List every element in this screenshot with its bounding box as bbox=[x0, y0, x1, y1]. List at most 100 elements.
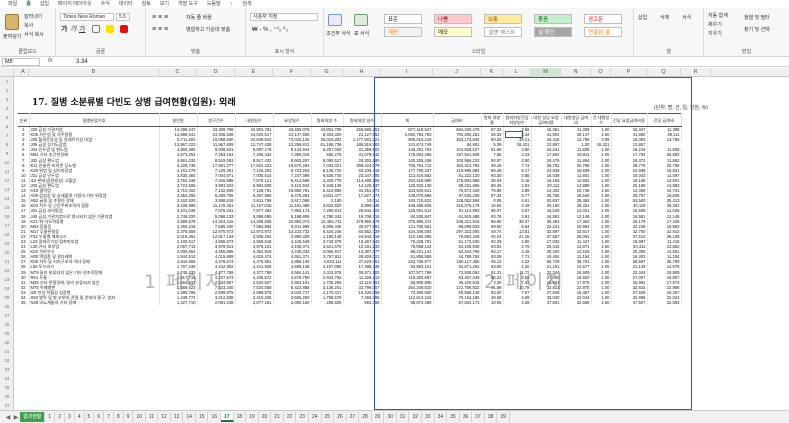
sheet-tab[interactable]: 10 bbox=[133, 412, 146, 422]
ribbon-tab[interactable]: 홈 bbox=[26, 0, 31, 8]
row-header[interactable]: 7 bbox=[0, 131, 14, 140]
style-normal[interactable]: 표준 bbox=[384, 14, 422, 24]
ribbon-tab[interactable]: 수식 bbox=[101, 0, 110, 8]
select-all-corner[interactable] bbox=[0, 68, 14, 77]
disease-code-cell[interactable]: N39 비뇨계통의 기타 장애 bbox=[29, 300, 160, 306]
row-header[interactable]: 34 bbox=[0, 374, 14, 383]
next-sheet-icon[interactable]: ▶ bbox=[12, 414, 20, 421]
sheet-tab[interactable]: 13 bbox=[171, 412, 184, 422]
format-painter-button[interactable]: 서식 복사 bbox=[24, 31, 44, 38]
worksheet[interactable]: 17. 질병 소분류별 다빈도 상병 급여현황(입원): 외래 (단위: 명, … bbox=[14, 77, 789, 410]
row-header[interactable]: 26 bbox=[0, 302, 14, 311]
table-cell[interactable]: 2,080,182 bbox=[273, 300, 312, 306]
sheet-tab[interactable]: 20 bbox=[259, 412, 272, 422]
font-size-select[interactable]: 5.5 bbox=[116, 13, 130, 21]
style-check-cell[interactable]: 셀 확인 bbox=[534, 27, 572, 37]
row-header[interactable]: 24 bbox=[0, 284, 14, 293]
row-header[interactable]: 23 bbox=[0, 275, 14, 284]
find-select-button[interactable]: 찾기 및 선택 bbox=[744, 26, 770, 33]
sheet-tab[interactable]: 33 bbox=[422, 412, 435, 422]
table-cell[interactable]: 67,834,173 bbox=[433, 300, 482, 306]
column-header[interactable]: N bbox=[561, 68, 591, 77]
merge-center-button[interactable]: 병합하고 가운데 맞춤 bbox=[186, 26, 230, 33]
row-header[interactable]: 32 bbox=[0, 356, 14, 365]
column-header[interactable]: D bbox=[197, 68, 235, 77]
sheet-tab[interactable]: 25 bbox=[322, 412, 335, 422]
column-header[interactable]: E bbox=[235, 68, 273, 77]
row-header[interactable]: 33 bbox=[0, 365, 14, 374]
sheet-tab[interactable]: 19 bbox=[246, 412, 259, 422]
sheet-tab[interactable]: 38 bbox=[485, 412, 498, 422]
column-header[interactable]: R bbox=[681, 68, 711, 77]
row-header[interactable]: 30 bbox=[0, 338, 14, 347]
column-header[interactable]: Q bbox=[647, 68, 681, 77]
row-header[interactable]: 28 bbox=[0, 320, 14, 329]
table-cell[interactable]: 10.05 bbox=[481, 300, 504, 306]
row-header[interactable]: 18 bbox=[0, 230, 14, 239]
table-cell[interactable]: 47,507 bbox=[611, 300, 648, 306]
sheet-tab[interactable]: 1 bbox=[45, 412, 56, 422]
row-header[interactable]: 8 bbox=[0, 140, 14, 149]
sheet-tab[interactable]: 32 bbox=[409, 412, 423, 422]
sheet-tab[interactable]: 29 bbox=[372, 412, 385, 422]
style-neutral[interactable]: 보통 bbox=[484, 14, 522, 24]
row-header[interactable]: 1 bbox=[0, 77, 14, 86]
table-cell[interactable]: 1,427,710 bbox=[159, 300, 198, 306]
sheet-tab[interactable]: 30 bbox=[384, 412, 397, 422]
ribbon-tab[interactable]: 검색 bbox=[242, 0, 251, 8]
row-header[interactable]: 2 bbox=[0, 86, 14, 95]
table-cell[interactable]: 208,826 bbox=[311, 300, 344, 306]
row-header[interactable]: 17 bbox=[0, 221, 14, 230]
row-header[interactable]: 16 bbox=[0, 212, 14, 221]
sheet-tab[interactable]: 21 bbox=[271, 412, 284, 422]
sheet-tab[interactable]: 7 bbox=[104, 412, 114, 422]
sheet-tab[interactable]: 18 bbox=[234, 412, 247, 422]
row-header[interactable]: 21 bbox=[0, 257, 14, 266]
column-header[interactable]: M bbox=[531, 68, 561, 77]
ribbon-tab[interactable]: 데이터 bbox=[119, 0, 133, 8]
sheet-tab[interactable]: 24 bbox=[309, 412, 322, 422]
copy-button[interactable]: 복사 bbox=[24, 22, 33, 29]
sheet-tab[interactable]: 14 bbox=[183, 412, 196, 422]
row-header[interactable]: 11 bbox=[0, 167, 14, 176]
style-explanatory[interactable]: 설명 텍스트 bbox=[484, 27, 522, 37]
row-header[interactable]: 35 bbox=[0, 383, 14, 392]
number-format-select[interactable]: 사용자 지정 bbox=[250, 13, 318, 21]
sheet-tab[interactable]: 31 bbox=[397, 412, 410, 422]
style-good[interactable]: 좋음 bbox=[534, 14, 572, 24]
conditional-format-button[interactable]: 조건부 서식 bbox=[326, 30, 350, 37]
column-header[interactable]: J bbox=[433, 68, 481, 77]
name-box[interactable]: M8 bbox=[2, 58, 40, 66]
ribbon-tab[interactable]: 보기 bbox=[160, 0, 169, 8]
sheet-tab[interactable]: 37 bbox=[472, 412, 485, 422]
sheet-tab[interactable]: 22 bbox=[284, 412, 297, 422]
format-button[interactable]: 서식 bbox=[682, 14, 691, 21]
prev-sheet-icon[interactable]: ◀ bbox=[4, 414, 12, 421]
style-bad[interactable]: 나쁨 bbox=[434, 14, 472, 24]
table-cell[interactable]: 47,601 bbox=[531, 300, 562, 306]
row-header[interactable]: 4 bbox=[0, 104, 14, 113]
row-header[interactable]: 19 bbox=[0, 239, 14, 248]
ribbon-tab[interactable]: 파일 bbox=[8, 0, 17, 8]
row-header[interactable]: 14 bbox=[0, 194, 14, 203]
sheet-tab[interactable]: 28 bbox=[359, 412, 372, 422]
row-header[interactable]: 15 bbox=[0, 203, 14, 212]
row-header[interactable]: 29 bbox=[0, 329, 14, 338]
table-cell[interactable]: 4.28 bbox=[503, 300, 532, 306]
row-header[interactable]: 22 bbox=[0, 266, 14, 275]
sheet-tab[interactable]: 23 bbox=[296, 412, 309, 422]
column-header[interactable]: C bbox=[159, 68, 197, 77]
table-cell[interactable]: 13,768 bbox=[647, 137, 682, 143]
column-header[interactable]: G bbox=[311, 68, 343, 77]
column-header[interactable]: A bbox=[18, 68, 29, 77]
row-header[interactable]: 36 bbox=[0, 392, 14, 401]
insert-button[interactable]: 삽입 bbox=[638, 14, 647, 21]
column-header[interactable]: K bbox=[481, 68, 503, 77]
row-header[interactable]: 10 bbox=[0, 158, 14, 167]
sheet-tab[interactable]: 17 bbox=[221, 412, 234, 422]
sheet-tab[interactable]: 3 bbox=[65, 412, 75, 422]
column-header[interactable]: F bbox=[273, 68, 311, 77]
sheet-tab[interactable]: 결과현황 bbox=[20, 412, 46, 422]
row-header[interactable]: 27 bbox=[0, 311, 14, 320]
ribbon-tab[interactable]: 개발 도구 bbox=[178, 0, 198, 8]
